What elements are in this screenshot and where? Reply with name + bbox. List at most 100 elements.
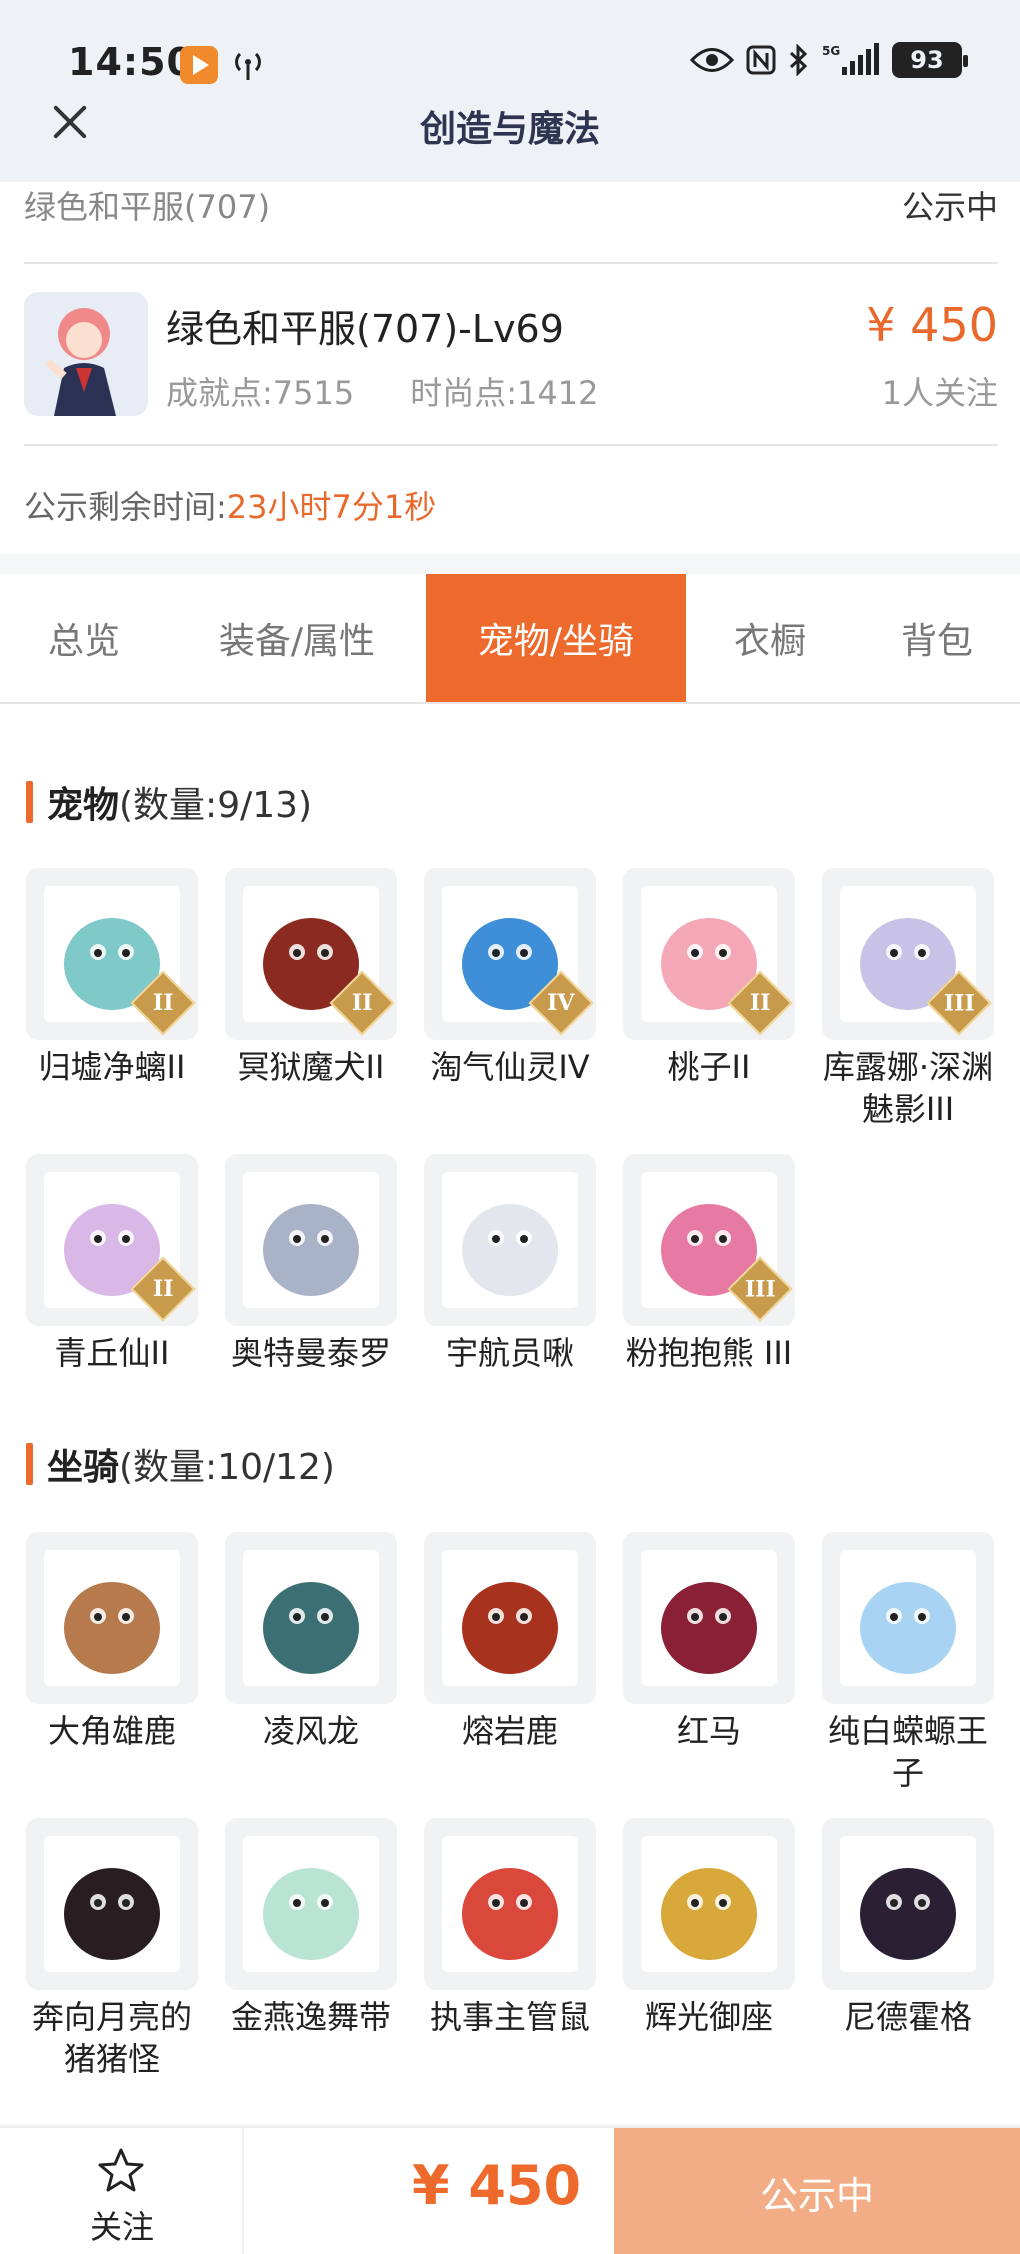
mount-name: 红马	[676, 1712, 741, 1750]
mount-name: 纯白蝾螈王子	[827, 1712, 988, 1792]
character-portrait	[24, 292, 148, 416]
mount-image	[44, 1550, 180, 1686]
mount-name: 凌风龙	[262, 1712, 359, 1750]
eye-icon	[690, 48, 734, 72]
mounts-count: (数量:10/12)	[119, 1447, 335, 1488]
pet-thumbnail	[424, 1154, 596, 1326]
pets-mounts-panel: 宠物 (数量:9/13) II 归墟净螭II II 冥狱魔犬II IV 淘气仙灵IV II 桃…	[0, 704, 1020, 2124]
mounts-title: 坐骑	[47, 1447, 120, 1488]
role-avatar	[24, 292, 148, 416]
bottom-bar: 关注 ¥ 450 公示中	[0, 2126, 1020, 2254]
mount-thumbnail	[26, 1818, 198, 1990]
pet-item[interactable]: II 桃子II	[623, 868, 795, 1130]
price: ¥ 450	[866, 298, 998, 352]
pets-count: (数量:9/13)	[119, 785, 313, 826]
mount-item[interactable]: 辉光御座	[623, 1818, 795, 2080]
pet-thumbnail	[225, 1154, 397, 1326]
tab-pets-mounts[interactable]: 宠物/坐骑	[426, 574, 686, 702]
mount-item[interactable]: 凌风龙	[225, 1532, 397, 1794]
watchers-count: 1人关注	[881, 374, 998, 412]
mount-item[interactable]: 红马	[623, 1532, 795, 1794]
pet-item[interactable]: II 冥狱魔犬II	[225, 868, 397, 1130]
mount-thumbnail	[623, 1532, 795, 1704]
remaining-time-label: 公示剩余时间:	[24, 488, 227, 526]
pet-name: 粉抱抱熊 III	[625, 1334, 793, 1372]
pet-thumbnail: II	[26, 868, 198, 1040]
mount-item[interactable]: 尼德霍格	[822, 1818, 994, 2080]
detail-tabs: 总览 装备/属性 宠物/坐骑 衣橱 背包	[0, 574, 1020, 704]
video-app-icon	[180, 46, 218, 84]
pet-image	[243, 1172, 379, 1308]
mounts-grid: 大角雄鹿 凌风龙 熔岩鹿 红马 纯白蝾螈王子奔向月亮的猪猪怪 金燕逸舞带 执事主管鼠 辉光御座…	[26, 1532, 994, 2080]
pet-name: 宇航员啾	[445, 1334, 574, 1372]
pet-name: 归墟净螭II	[38, 1048, 186, 1086]
mount-name: 大角雄鹿	[47, 1712, 176, 1750]
role-info-card: 绿色和平服(707) 公示中 绿色和平服(707)-Lv69 成就点:7515 …	[0, 182, 1020, 554]
mount-name: 辉光御座	[644, 1998, 773, 2036]
pet-item[interactable]: II 归墟净螭II	[26, 868, 198, 1130]
pets-title: 宠物	[47, 785, 120, 826]
mount-item[interactable]: 奔向月亮的猪猪怪	[26, 1818, 198, 2080]
tab-bag[interactable]: 背包	[854, 574, 1020, 702]
mounts-section-title: 坐骑 (数量:10/12)	[26, 1438, 335, 1490]
divider	[24, 444, 998, 446]
pet-item[interactable]: 宇航员啾	[424, 1154, 596, 1374]
battery-indicator: 93	[892, 42, 968, 78]
pet-item[interactable]: III 粉抱抱熊 III	[623, 1154, 795, 1374]
mount-item[interactable]: 大角雄鹿	[26, 1532, 198, 1794]
pet-name: 桃子II	[667, 1048, 751, 1086]
pet-item[interactable]: III 库露娜·深渊魅影III	[822, 868, 994, 1130]
mount-name: 尼德霍格	[843, 1998, 972, 2036]
pet-thumbnail: II	[225, 868, 397, 1040]
nfc-icon	[746, 45, 776, 75]
pets-section-title: 宠物 (数量:9/13)	[26, 776, 312, 828]
mount-item[interactable]: 纯白蝾螈王子	[822, 1532, 994, 1794]
publicity-button[interactable]: 公示中	[614, 2128, 1020, 2254]
pet-thumbnail: III	[822, 868, 994, 1040]
mount-name: 执事主管鼠	[429, 1998, 590, 2036]
mount-thumbnail	[424, 1818, 596, 1990]
mount-thumbnail	[26, 1532, 198, 1704]
pet-thumbnail: II	[623, 868, 795, 1040]
mount-image	[641, 1836, 777, 1972]
mount-image	[840, 1550, 976, 1686]
pet-thumbnail: IV	[424, 868, 596, 1040]
hotspot-icon	[235, 52, 261, 80]
mount-image	[442, 1550, 578, 1686]
mount-name: 金燕逸舞带	[230, 1998, 391, 2036]
mount-image	[243, 1550, 379, 1686]
mount-image	[442, 1836, 578, 1972]
pet-item[interactable]: II 青丘仙II	[26, 1154, 198, 1374]
mount-item[interactable]: 金燕逸舞带	[225, 1818, 397, 2080]
mount-item[interactable]: 执事主管鼠	[424, 1818, 596, 2080]
mount-name: 奔向月亮的猪猪怪	[31, 1998, 192, 2078]
page-title: 创造与魔法	[419, 109, 600, 150]
follow-button[interactable]: 关注	[0, 2128, 244, 2254]
tab-overview[interactable]: 总览	[0, 574, 168, 702]
signal-icon: 5G	[822, 43, 879, 75]
remaining-time-value: 23小时7分1秒	[226, 488, 437, 526]
bottom-price: ¥ 450	[412, 2154, 582, 2217]
svg-text:5G: 5G	[822, 44, 840, 58]
mount-name: 熔岩鹿	[461, 1712, 558, 1750]
star-icon	[98, 2148, 144, 2192]
pet-item[interactable]: 奥特曼泰罗	[225, 1154, 397, 1374]
mount-image	[641, 1550, 777, 1686]
pet-image	[442, 1172, 578, 1308]
tab-wardrobe[interactable]: 衣橱	[686, 574, 854, 702]
fashion-points: 时尚点:1412	[410, 374, 599, 412]
listing-status: 公示中	[901, 188, 998, 226]
bluetooth-icon	[789, 44, 808, 76]
mount-image	[243, 1836, 379, 1972]
remaining-time: 公示剩余时间:23小时7分1秒	[24, 482, 436, 528]
pet-name: 库露娜·深渊魅影III	[822, 1048, 994, 1128]
mount-thumbnail	[822, 1532, 994, 1704]
mount-item[interactable]: 熔岩鹿	[424, 1532, 596, 1794]
pet-thumbnail: II	[26, 1154, 198, 1326]
pets-grid: II 归墟净螭II II 冥狱魔犬II IV 淘气仙灵IV II 桃子II III 库露娜·深渊魅…	[26, 868, 994, 1374]
pet-item[interactable]: IV 淘气仙灵IV	[424, 868, 596, 1130]
server-name: 绿色和平服(707)	[24, 188, 271, 226]
pet-thumbnail: III	[623, 1154, 795, 1326]
mount-image	[840, 1836, 976, 1972]
tab-equipment[interactable]: 装备/属性	[168, 574, 426, 702]
